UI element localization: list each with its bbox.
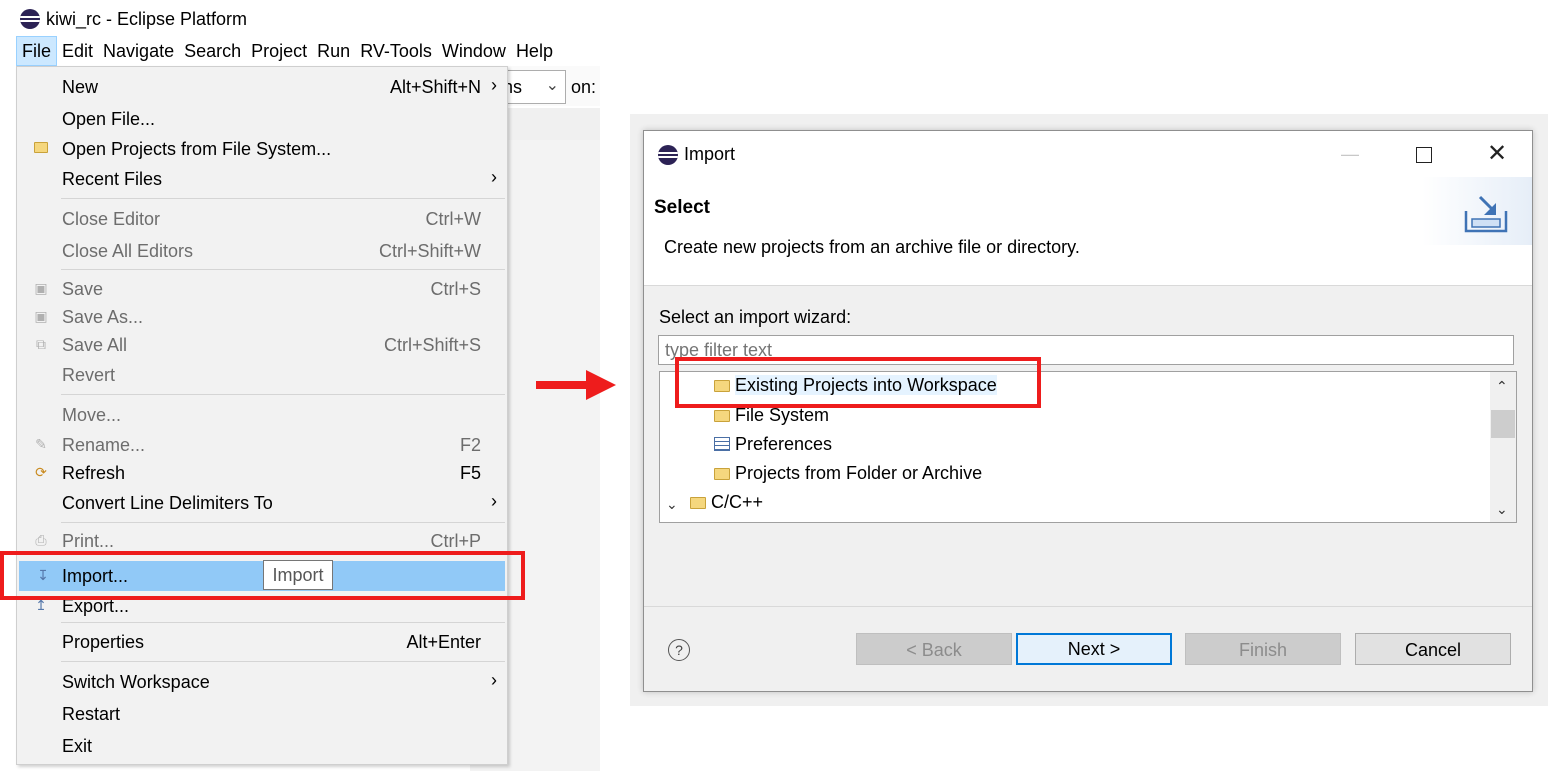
scrollbar-thumb[interactable] bbox=[1491, 410, 1515, 438]
submenu-arrow-icon: › bbox=[491, 75, 497, 95]
menu-item-new[interactable]: New Alt+Shift+N › bbox=[17, 72, 507, 102]
submenu-arrow-icon: › bbox=[491, 491, 497, 511]
import-dialog: Import — ✕ Select Create new projects fr… bbox=[643, 130, 1533, 692]
window-title: kiwi_rc - Eclipse Platform bbox=[46, 8, 248, 29]
import-wizard-icon bbox=[1464, 195, 1508, 233]
dialog-description: Create new projects from an archive file… bbox=[664, 237, 1080, 257]
menu-item-rename[interactable]: ✎ Rename... F2 bbox=[17, 430, 507, 460]
open-folder-icon bbox=[690, 493, 706, 509]
back-button[interactable]: < Back bbox=[856, 633, 1012, 665]
menu-help[interactable]: Help bbox=[511, 36, 558, 66]
refresh-icon: ⟳ bbox=[35, 464, 47, 480]
menu-item-revert[interactable]: Revert bbox=[17, 360, 507, 390]
next-button[interactable]: Next > bbox=[1016, 633, 1172, 665]
tree-item-file-system[interactable]: File System bbox=[714, 405, 829, 433]
submenu-arrow-icon: › bbox=[491, 670, 497, 690]
preferences-icon bbox=[714, 437, 730, 451]
print-icon: ⎙ bbox=[35, 532, 47, 548]
menu-separator bbox=[61, 522, 505, 523]
rename-icon: ✎ bbox=[35, 436, 47, 452]
menu-window[interactable]: Window bbox=[437, 36, 511, 66]
menu-project[interactable]: Project bbox=[246, 36, 312, 66]
menu-item-open-projects[interactable]: Open Projects from File System... bbox=[17, 134, 507, 164]
menu-navigate[interactable]: Navigate bbox=[98, 36, 179, 66]
folder-icon bbox=[714, 406, 730, 422]
dialog-title: Import bbox=[684, 144, 736, 164]
tree-item-projects-from-folder[interactable]: Projects from Folder or Archive bbox=[714, 463, 982, 491]
tree-item-c-cpp[interactable]: C/C++ bbox=[690, 492, 763, 520]
dialog-header: Select Create new projects from an archi… bbox=[644, 177, 1532, 286]
red-highlight-box-existing-projects bbox=[675, 357, 1041, 408]
eclipse-logo-icon bbox=[20, 9, 40, 29]
chevron-down-icon[interactable]: ⌄ bbox=[666, 496, 678, 513]
dialog-heading: Select bbox=[654, 197, 710, 218]
wizard-label: Select an import wizard: bbox=[659, 307, 852, 327]
menu-item-recent-files[interactable]: Recent Files › bbox=[17, 164, 507, 194]
menu-separator bbox=[61, 198, 505, 199]
folder-icon bbox=[33, 140, 49, 156]
red-highlight-box-import bbox=[0, 551, 525, 600]
menu-separator bbox=[61, 661, 505, 662]
menu-item-convert-line-delimiters[interactable]: Convert Line Delimiters To › bbox=[17, 488, 507, 518]
menu-item-exit[interactable]: Exit bbox=[17, 731, 507, 761]
window-title-bar: kiwi_rc - Eclipse Platform bbox=[20, 6, 247, 32]
menu-item-move[interactable]: Move... bbox=[17, 400, 507, 430]
scroll-down-icon[interactable]: ⌄ bbox=[1496, 501, 1508, 518]
menu-file[interactable]: File bbox=[16, 36, 58, 66]
tree-scrollbar[interactable]: ⌃ ⌄ bbox=[1490, 372, 1516, 522]
menu-bar: File Edit Navigate Search Project Run RV… bbox=[16, 36, 558, 66]
close-icon[interactable]: ✕ bbox=[1477, 141, 1517, 167]
menu-item-refresh[interactable]: ⟳ Refresh F5 bbox=[17, 458, 507, 488]
minimize-icon[interactable]: — bbox=[1330, 141, 1370, 167]
finish-button[interactable]: Finish bbox=[1185, 633, 1341, 665]
tree-item-preferences[interactable]: Preferences bbox=[714, 434, 832, 462]
menu-item-properties[interactable]: Properties Alt+Enter bbox=[17, 627, 507, 657]
chevron-down-icon: ⌄ bbox=[545, 77, 559, 94]
maximize-icon[interactable] bbox=[1404, 141, 1444, 167]
menu-item-switch-workspace[interactable]: Switch Workspace › bbox=[17, 667, 507, 697]
eclipse-logo-icon bbox=[658, 145, 678, 165]
menu-item-save[interactable]: ▣ Save Ctrl+S bbox=[17, 274, 507, 304]
menu-separator bbox=[61, 394, 505, 395]
menu-item-save-as[interactable]: ▣ Save As... bbox=[17, 302, 507, 332]
file-menu-dropdown: New Alt+Shift+N › Open File... Open Proj… bbox=[16, 66, 508, 765]
menu-item-close-all-editors[interactable]: Close All Editors Ctrl+Shift+W bbox=[17, 236, 507, 266]
menu-item-open-file[interactable]: Open File... bbox=[17, 104, 507, 134]
dialog-title-bar: Import — ✕ bbox=[644, 131, 1532, 177]
arrow-right-icon bbox=[536, 370, 616, 400]
save-icon: ▣ bbox=[34, 280, 48, 296]
footer-separator bbox=[644, 606, 1532, 607]
menu-edit[interactable]: Edit bbox=[57, 36, 98, 66]
menu-separator bbox=[61, 622, 505, 623]
scroll-up-icon[interactable]: ⌃ bbox=[1496, 378, 1508, 395]
menu-item-save-all[interactable]: ⧉ Save All Ctrl+Shift+S bbox=[17, 330, 507, 360]
folder-icon bbox=[714, 464, 730, 480]
menu-search[interactable]: Search bbox=[179, 36, 246, 66]
help-icon[interactable]: ? bbox=[668, 639, 690, 661]
menu-separator bbox=[61, 269, 505, 270]
save-as-icon: ▣ bbox=[34, 308, 48, 324]
save-all-icon: ⧉ bbox=[36, 336, 46, 352]
menu-item-close-editor[interactable]: Close Editor Ctrl+W bbox=[17, 204, 507, 234]
cancel-button[interactable]: Cancel bbox=[1355, 633, 1511, 665]
toolbar-on-label: on: bbox=[571, 77, 597, 97]
menu-rv-tools[interactable]: RV-Tools bbox=[355, 36, 437, 66]
menu-item-restart[interactable]: Restart bbox=[17, 699, 507, 729]
submenu-arrow-icon: › bbox=[491, 167, 497, 187]
menu-run[interactable]: Run bbox=[312, 36, 355, 66]
